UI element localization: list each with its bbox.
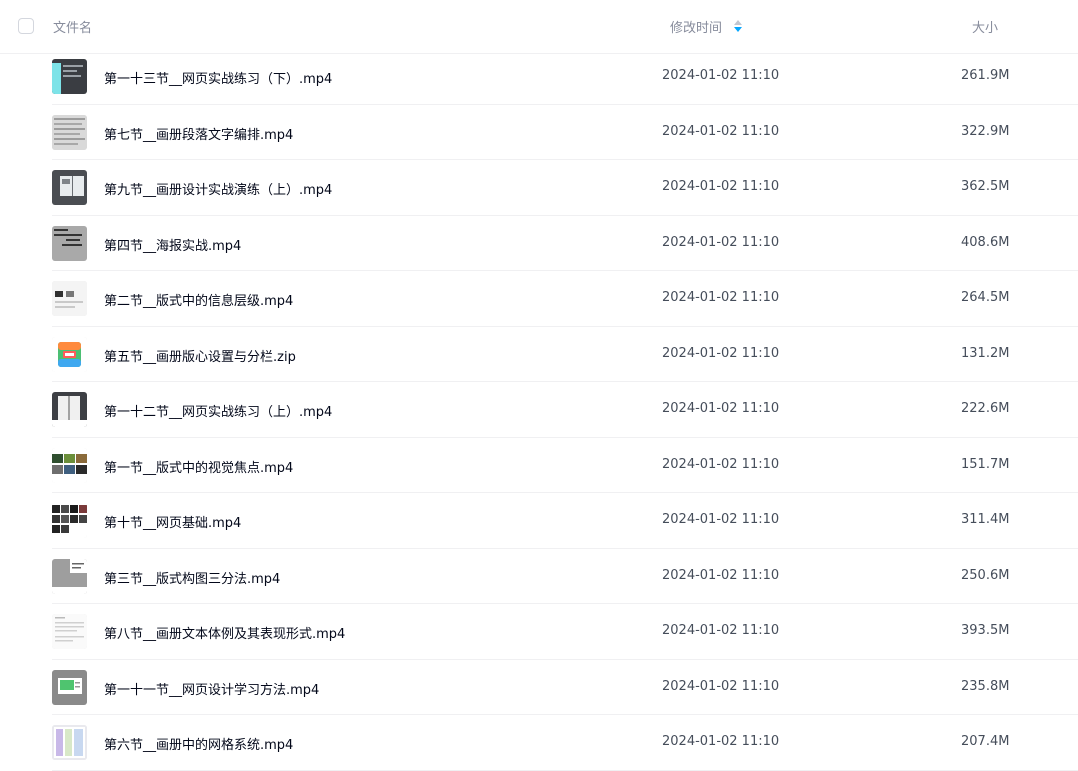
sort-icon[interactable] <box>733 19 743 33</box>
video-thumbnail-icon[interactable] <box>52 59 87 94</box>
file-modified-time: 2024-01-02 11:10 <box>662 456 780 472</box>
file-name[interactable]: 第六节__画册中的网格系统.mp4 <box>104 734 293 753</box>
select-all-checkbox[interactable] <box>18 18 34 34</box>
file-modified-time: 2024-01-02 11:10 <box>662 678 780 694</box>
file-name[interactable]: 第一节__版式中的视觉焦点.mp4 <box>104 457 293 476</box>
file-list: 文件名 修改时间 大小 第一十三节__网页实战练习（下）.mp4 2024-01-… <box>0 0 1078 771</box>
file-row[interactable]: 第十节__网页基础.mp4 2024-01-02 11:10 311.4M <box>0 493 1078 549</box>
file-row[interactable]: 第九节__画册设计实战演练（上）.mp4 2024-01-02 11:10 362.… <box>0 160 1078 216</box>
video-thumbnail-icon[interactable] <box>52 503 87 538</box>
file-row[interactable]: 第一十三节__网页实战练习（下）.mp4 2024-01-02 11:10 261.… <box>0 49 1078 105</box>
file-row[interactable]: 第二节__版式中的信息层级.mp4 2024-01-02 11:10 264.5M <box>0 271 1078 327</box>
list-header: 文件名 修改时间 大小 <box>0 0 1078 54</box>
video-thumbnail-icon[interactable] <box>52 614 87 649</box>
video-thumbnail-icon[interactable] <box>52 170 87 205</box>
file-size: 264.5M <box>961 290 1010 305</box>
file-name[interactable]: 第二节__版式中的信息层级.mp4 <box>104 290 293 309</box>
file-modified-time: 2024-01-02 11:10 <box>662 567 780 583</box>
file-modified-time: 2024-01-02 11:10 <box>662 623 780 638</box>
file-size: 362.5M <box>961 179 1010 194</box>
file-size: 131.2M <box>961 345 1010 361</box>
video-thumbnail-icon[interactable] <box>52 114 87 150</box>
file-size: 408.6M <box>961 234 1010 250</box>
video-thumbnail-icon[interactable] <box>52 725 87 760</box>
file-modified-time: 2024-01-02 11:10 <box>662 290 780 305</box>
file-name[interactable]: 第一十三节__网页实战练习（下）.mp4 <box>104 68 332 87</box>
file-size: 393.5M <box>961 623 1010 638</box>
file-modified-time: 2024-01-02 11:10 <box>662 512 780 527</box>
file-size: 311.4M <box>961 512 1010 527</box>
file-size: 250.6M <box>961 567 1010 583</box>
file-row[interactable]: 第六节__画册中的网格系统.mp4 2024-01-02 11:10 207.4M <box>0 715 1078 771</box>
file-row[interactable]: 第一节__版式中的视觉焦点.mp4 2024-01-02 11:10 151.7M <box>0 438 1078 494</box>
file-size: 151.7M <box>961 456 1010 472</box>
video-thumbnail-icon[interactable] <box>52 392 87 427</box>
file-size: 207.4M <box>961 734 1010 749</box>
file-name[interactable]: 第八节__画册文本体例及其表现形式.mp4 <box>104 623 345 642</box>
video-thumbnail-icon[interactable] <box>52 225 87 261</box>
video-thumbnail-icon[interactable] <box>52 558 87 594</box>
file-name[interactable]: 第七节__画册段落文字编排.mp4 <box>104 124 293 143</box>
file-size: 222.6M <box>961 401 1010 416</box>
column-header-size[interactable]: 大小 <box>972 17 998 36</box>
file-row[interactable]: 第八节__画册文本体例及其表现形式.mp4 2024-01-02 11:10 393… <box>0 604 1078 660</box>
file-row[interactable]: 第四节__海报实战.mp4 2024-01-02 11:10 408.6M <box>0 216 1078 272</box>
file-name[interactable]: 第三节__版式构图三分法.mp4 <box>104 568 280 587</box>
column-header-name[interactable]: 文件名 <box>53 17 92 36</box>
file-size: 322.9M <box>961 123 1010 139</box>
file-modified-time: 2024-01-02 11:10 <box>662 345 780 361</box>
file-row[interactable]: 第一十二节__网页实战练习（上）.mp4 2024-01-02 11:10 222.… <box>0 382 1078 438</box>
zip-file-icon[interactable] <box>52 336 87 372</box>
column-header-time[interactable]: 修改时间 <box>670 17 722 36</box>
file-size: 235.8M <box>961 678 1010 694</box>
file-row[interactable]: 第三节__版式构图三分法.mp4 2024-01-02 11:10 250.6M <box>0 549 1078 605</box>
file-modified-time: 2024-01-02 11:10 <box>662 734 780 749</box>
file-row[interactable]: 第一十一节__网页设计学习方法.mp4 2024-01-02 11:10 235.8… <box>0 660 1078 716</box>
file-rows: 第一十三节__网页实战练习（下）.mp4 2024-01-02 11:10 261.… <box>0 49 1078 771</box>
file-modified-time: 2024-01-02 11:10 <box>662 68 780 83</box>
file-modified-time: 2024-01-02 11:10 <box>662 401 780 416</box>
file-size: 261.9M <box>961 68 1010 83</box>
file-name[interactable]: 第十节__网页基础.mp4 <box>104 512 241 531</box>
file-modified-time: 2024-01-02 11:10 <box>662 234 780 250</box>
file-name[interactable]: 第五节__画册版心设置与分栏.zip <box>104 346 296 365</box>
file-modified-time: 2024-01-02 11:10 <box>662 123 780 139</box>
video-thumbnail-icon[interactable] <box>52 281 87 316</box>
file-row[interactable]: 第七节__画册段落文字编排.mp4 2024-01-02 11:10 322.9M <box>0 105 1078 161</box>
file-modified-time: 2024-01-02 11:10 <box>662 179 780 194</box>
file-name[interactable]: 第四节__海报实战.mp4 <box>104 235 241 254</box>
file-name[interactable]: 第一十一节__网页设计学习方法.mp4 <box>104 679 319 698</box>
video-thumbnail-icon[interactable] <box>52 669 87 705</box>
file-name[interactable]: 第一十二节__网页实战练习（上）.mp4 <box>104 401 332 420</box>
file-name[interactable]: 第九节__画册设计实战演练（上）.mp4 <box>104 179 332 198</box>
file-row[interactable]: 第五节__画册版心设置与分栏.zip 2024-01-02 11:10 131.2M <box>0 327 1078 383</box>
video-thumbnail-icon[interactable] <box>52 447 87 483</box>
